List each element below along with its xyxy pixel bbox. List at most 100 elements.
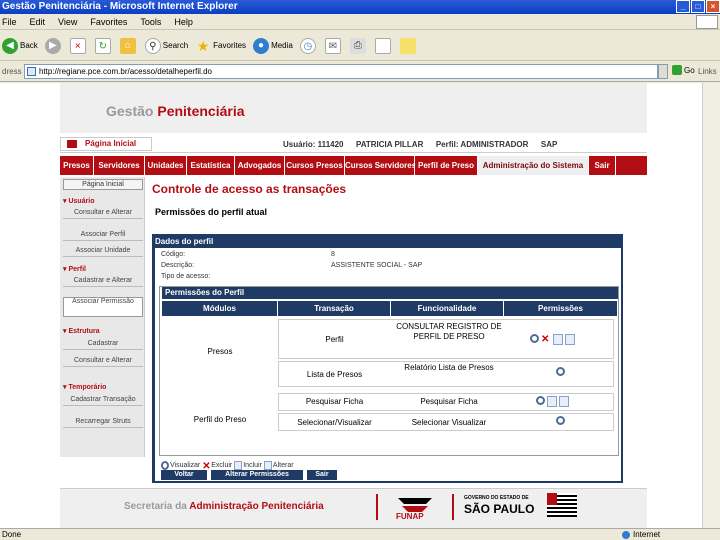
nav-item-0[interactable]: Presos xyxy=(60,156,94,175)
menu-favorites[interactable]: Favorites xyxy=(90,17,127,27)
visualizar-icon[interactable] xyxy=(556,367,565,376)
address-bar: dress http://regiane.pce.com.br/acesso/d… xyxy=(0,62,720,82)
gov-state-name: SÃO PAULO xyxy=(464,502,535,516)
web-page: Gestão Penitenciária Página Inicial Usuá… xyxy=(60,83,647,528)
footer-text: Secretaria da Administração Penitenciári… xyxy=(124,501,324,512)
user-system: SAP xyxy=(540,140,558,149)
row4-permissions xyxy=(556,416,567,425)
sair-button[interactable]: Sair xyxy=(307,470,337,480)
sidebar-item-recarregar-struts[interactable]: Recarregar Struts xyxy=(63,418,143,428)
sidebar-item-associar-perfil[interactable]: Associar Perfil xyxy=(63,231,143,241)
excluir-icon[interactable]: ✕ xyxy=(541,334,551,345)
go-arrow-icon xyxy=(672,65,682,75)
nav-item-1[interactable]: Servidores xyxy=(94,156,145,175)
profile-panel: Dados do perfil Código: 8 Descrição: ASS… xyxy=(152,234,623,483)
close-button[interactable]: × xyxy=(706,0,720,13)
nav-item-6[interactable]: Cursos Servidores xyxy=(345,156,415,175)
nav-item-8[interactable]: Administração do Sistema xyxy=(478,156,589,175)
sidebar-item-consultar-alterar-estrutura[interactable]: Consultar e Alterar xyxy=(63,357,143,367)
user-name: PATRICIA PILLAR xyxy=(355,140,424,149)
visualizar-icon[interactable] xyxy=(530,334,539,343)
stop-button[interactable]: × xyxy=(69,37,88,54)
go-button[interactable]: Go xyxy=(672,65,695,75)
browser-toolbar: ◀ Back ▶ × ↻ ⌂ ⚲ Search ★ Favorites ● Me… xyxy=(0,31,720,61)
media-button[interactable]: ● Media xyxy=(253,37,293,54)
menu-bar: File Edit View Favorites Tools Help xyxy=(0,14,720,30)
permissions-box: Permissões do Perfil Módulos Transação F… xyxy=(159,286,619,456)
nav-item-5[interactable]: Cursos Presos xyxy=(285,156,345,175)
menu-edit[interactable]: Edit xyxy=(30,17,46,27)
minimize-button[interactable]: _ xyxy=(676,0,690,13)
visualizar-icon[interactable] xyxy=(556,416,565,425)
print-button[interactable]: ⎙ xyxy=(349,37,368,54)
sidebar-item-cadastrar-transacao[interactable]: Cadastrar Transação xyxy=(63,396,143,406)
header-modulos: Módulos xyxy=(162,301,278,316)
sidebar-item-consultar-alterar[interactable]: Consultar e Alterar xyxy=(63,209,143,219)
edit-button[interactable] xyxy=(374,37,393,54)
alterar-permissoes-button[interactable]: Alterar Permissões xyxy=(211,470,303,480)
row1-permissions: ✕ xyxy=(530,334,577,345)
favorites-button[interactable]: ★ Favorites xyxy=(195,38,246,54)
refresh-button[interactable]: ↻ xyxy=(94,37,113,54)
sidebar-item-cadastrar-alterar[interactable]: Cadastrar e Alterar xyxy=(63,277,143,287)
permissions-title: Permissões do Perfil xyxy=(162,287,618,299)
main-nav: Presos Servidores Unidades Estatística Advog… xyxy=(60,156,647,175)
nav-item-7[interactable]: Perfil de Preso xyxy=(415,156,478,175)
nav-item-2[interactable]: Unidades xyxy=(145,156,187,175)
back-arrow-icon: ◀ xyxy=(2,37,18,54)
status-bar: Done Internet xyxy=(0,528,720,540)
voltar-button[interactable]: Voltar xyxy=(161,470,207,480)
media-icon: ● xyxy=(253,37,270,54)
address-input[interactable]: http://regiane.pce.com.br/acesso/detalhe… xyxy=(24,64,658,79)
codigo-label: Código: xyxy=(161,251,186,258)
vertical-scrollbar[interactable] xyxy=(702,83,720,528)
site-title: Gestão Penitenciária xyxy=(106,103,245,119)
user-info: Usuário: 111420 PATRICIA PILLAR Perfil: … xyxy=(283,140,557,149)
home-icon xyxy=(67,140,77,148)
sidebar-home[interactable]: Página Inicial xyxy=(63,179,143,190)
home-link[interactable]: Página Inicial xyxy=(60,137,152,151)
menu-tools[interactable]: Tools xyxy=(140,17,161,27)
back-button[interactable]: ◀ Back xyxy=(2,37,38,54)
action-buttons: Voltar Alterar Permissões Sair xyxy=(161,470,341,480)
incluir-icon[interactable] xyxy=(547,396,557,407)
forward-button[interactable]: ▶ xyxy=(44,37,63,54)
incluir-icon[interactable] xyxy=(553,334,563,345)
messenger-button[interactable] xyxy=(399,37,418,54)
sidebar-item-cadastrar[interactable]: Cadastrar xyxy=(63,340,143,350)
menu-file[interactable]: File xyxy=(2,17,17,27)
alterar-icon[interactable] xyxy=(559,396,569,407)
site-header: Gestão Penitenciária xyxy=(60,83,647,133)
module-presos: Presos xyxy=(207,347,233,356)
history-button[interactable]: ◷ xyxy=(299,37,318,54)
nav-item-4[interactable]: Advogados xyxy=(235,156,285,175)
excluir-icon: ✕ xyxy=(202,461,211,472)
visualizar-icon[interactable] xyxy=(536,396,545,405)
search-button[interactable]: ⚲ Search xyxy=(144,37,188,54)
menu-view[interactable]: View xyxy=(58,17,77,27)
home-button[interactable]: ⌂ xyxy=(119,37,138,54)
maximize-button[interactable]: □ xyxy=(691,0,705,13)
sidebar-item-associar-permissao[interactable]: Associar Permissão xyxy=(63,297,143,317)
sidebar-section-perfil: ▾ Perfil xyxy=(63,266,86,273)
gov-state-label: GOVERNO DO ESTADO DE xyxy=(464,495,529,501)
nav-item-3[interactable]: Estatística xyxy=(187,156,235,175)
module-perfil-preso: Perfil do Preso xyxy=(193,415,247,424)
page-icon xyxy=(27,67,36,76)
note-icon xyxy=(399,37,416,54)
menu-help[interactable]: Help xyxy=(174,17,193,27)
site-footer: Secretaria da Administração Penitenciári… xyxy=(60,488,647,528)
sidebar-item-associar-unidade[interactable]: Associar Unidade xyxy=(63,247,143,257)
status-text: Done xyxy=(2,530,22,539)
alterar-icon[interactable] xyxy=(565,334,575,345)
mail-icon: ✉ xyxy=(324,37,341,54)
tipo-acesso-label: Tipo de acesso: xyxy=(161,273,211,280)
sidebar-section-temporario: ▾ Temporário xyxy=(63,384,107,391)
address-dropdown-button[interactable] xyxy=(658,64,668,79)
links-label[interactable]: Links xyxy=(698,67,717,76)
mail-button[interactable]: ✉ xyxy=(324,37,343,54)
edit-icon xyxy=(374,37,391,54)
row2-transacao: Lista de Presos xyxy=(306,370,363,379)
header-funcionalidade: Funcionalidade xyxy=(391,301,504,316)
nav-item-9[interactable]: Sair xyxy=(589,156,616,175)
